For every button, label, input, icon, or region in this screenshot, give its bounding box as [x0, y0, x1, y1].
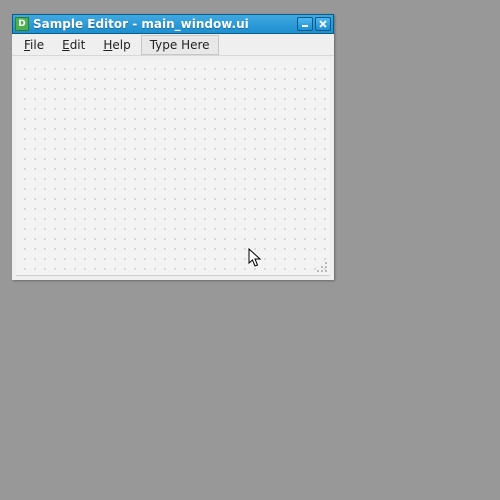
app-icon: D [15, 17, 29, 31]
resize-grip-icon[interactable] [316, 261, 328, 273]
close-button[interactable] [315, 17, 331, 31]
editor-window: D Sample Editor - main_window.ui File Ed… [12, 14, 334, 280]
design-canvas[interactable] [16, 60, 330, 276]
minimize-button[interactable] [297, 17, 313, 31]
window-controls [297, 17, 331, 31]
canvas-area [12, 56, 334, 280]
menu-edit[interactable]: Edit [54, 36, 93, 54]
menu-file[interactable]: File [16, 36, 52, 54]
menubar: File Edit Help Type Here [12, 34, 334, 56]
window-title: Sample Editor - main_window.ui [33, 17, 293, 31]
menu-help[interactable]: Help [95, 36, 138, 54]
titlebar[interactable]: D Sample Editor - main_window.ui [12, 14, 334, 34]
menu-type-here[interactable]: Type Here [141, 35, 219, 55]
